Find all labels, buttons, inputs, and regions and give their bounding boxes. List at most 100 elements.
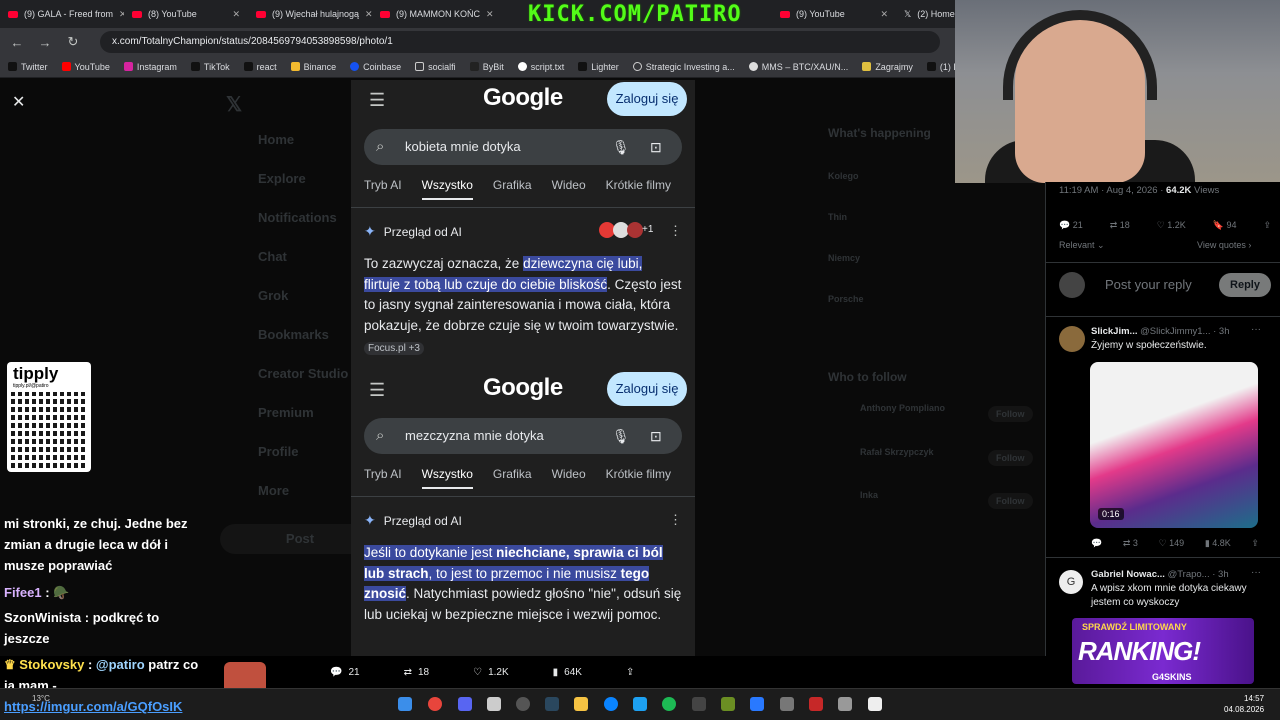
bookmark-coinbase[interactable]: Coinbase — [350, 62, 401, 72]
reply-count[interactable]: 💬 21 — [1059, 220, 1083, 231]
google-search-box: ⌕ kobieta mnie dotyka 🎙 ⊡ — [364, 129, 682, 165]
bookmark-zagrajmy[interactable]: Zagrajmy — [862, 62, 913, 72]
reply-icon[interactable]: 💬 — [1091, 538, 1102, 549]
google-tabs: Tryb AI Wszystko Grafika Wideo Krótkie f… — [364, 467, 694, 495]
repost-count[interactable]: ⇄ 18 — [1110, 220, 1130, 231]
bookmark-binance[interactable]: Binance — [290, 62, 336, 72]
bookmark-bybit[interactable]: ByBit — [469, 62, 504, 72]
views-count[interactable]: ▮ 4.8K — [1205, 538, 1231, 549]
bookmark-tiktok[interactable]: TikTok — [190, 62, 230, 72]
app-icon[interactable] — [721, 697, 735, 711]
app-icon[interactable] — [838, 697, 852, 711]
reply-video-thumbnail[interactable]: 0:16 — [1090, 362, 1258, 528]
more-icon: ⋮ — [669, 512, 682, 527]
reply-text: A wpisz xkom mnie dotyka ciekawy jestem … — [1091, 583, 1247, 608]
app-icon[interactable] — [633, 697, 647, 711]
browser-tab[interactable]: (9) YouTube ✕ — [772, 2, 896, 26]
chat-message: SzonWinista : podkręć to jeszcze — [4, 610, 160, 646]
forward-icon[interactable]: → — [38, 35, 52, 50]
chat-link[interactable]: https://imgur.com/a/GQfOsIK — [4, 699, 182, 714]
browser-tab[interactable]: (8) YouTube ✕ — [124, 2, 248, 26]
tipply-logo: tipply — [13, 364, 59, 383]
views-action[interactable]: ▮ 64K — [553, 667, 582, 678]
browser-tab[interactable]: (9) GALA - Freed from ✕ — [0, 2, 124, 26]
more-icon[interactable]: ··· — [1251, 567, 1261, 578]
folder-icon[interactable] — [574, 697, 588, 711]
bookmark-count[interactable]: 🔖 94 — [1213, 220, 1237, 231]
google-tabs: Tryb AI Wszystko Grafika Wideo Krótkie f… — [364, 178, 694, 206]
like-count[interactable]: ♡ 1.2K — [1157, 220, 1186, 231]
share-action[interactable]: ⇪ — [626, 667, 634, 678]
close-photo-icon[interactable]: ✕ — [12, 92, 25, 112]
post-stats: 💬 21 ⇄ 18 ♡ 1.2K 🔖 94 ⇪ — [1059, 220, 1271, 231]
repost-count[interactable]: ⇄ 3 — [1123, 538, 1138, 549]
steam-icon[interactable] — [545, 697, 559, 711]
like-count[interactable]: ♡ 149 — [1159, 538, 1185, 549]
close-tab-icon[interactable]: ✕ — [365, 9, 372, 20]
browser-tab[interactable]: (9) Wjechał hulajnogą ✕ — [248, 2, 372, 26]
reply-icon: 💬 — [330, 666, 343, 678]
bookmark-strategic[interactable]: Strategic Investing a... — [632, 62, 735, 72]
promo-banner: SPRAWDŹ LIMITOWANY RANKING! G4SKINS — [1072, 618, 1254, 684]
reply-author[interactable]: SlickJim... @SlickJimmy1... · 3h — [1091, 326, 1229, 337]
reply-action[interactable]: 💬 21 — [330, 667, 360, 678]
obs-icon[interactable] — [516, 697, 530, 711]
avatar[interactable]: G — [1059, 570, 1083, 594]
bookmark-instagram[interactable]: Instagram — [123, 62, 177, 72]
chrome-icon[interactable] — [428, 697, 442, 711]
bookmark-youtube[interactable]: YouTube — [61, 62, 110, 72]
post-meta: 11:19 AM · Aug 4, 2026 · 64.2K Views — [1059, 185, 1220, 196]
more-icon[interactable]: ··· — [1251, 324, 1261, 335]
discord-icon[interactable] — [458, 697, 472, 711]
back-icon[interactable]: ← — [10, 35, 24, 50]
app-icon[interactable] — [809, 697, 823, 711]
notepad-icon[interactable] — [487, 697, 501, 711]
bookmark-mms[interactable]: MMS – BTC/XAU/N... — [748, 62, 848, 72]
bookmark-lighter[interactable]: Lighter — [578, 62, 619, 72]
google-logo: Google — [483, 374, 563, 401]
repost-action[interactable]: ⇄ 18 — [404, 667, 430, 678]
url-input[interactable]: x.com/TotalnyChampion/status/20845697940… — [100, 31, 940, 53]
system-clock[interactable]: 14:57 04.08.2026 — [1224, 693, 1264, 715]
youtube-icon — [256, 10, 266, 18]
edge-icon[interactable] — [604, 697, 618, 711]
sort-relevant[interactable]: Relevant ⌄ — [1059, 240, 1105, 251]
close-tab-icon[interactable]: ✕ — [880, 9, 888, 20]
spotify-icon[interactable] — [662, 697, 676, 711]
browser-tab[interactable]: (9) MAMMON KOŃC ✕ — [372, 2, 496, 26]
bookmark-github[interactable]: script.txt — [517, 62, 564, 72]
reload-icon[interactable]: ↻ — [66, 34, 80, 50]
x-icon: 𝕏 — [904, 8, 912, 19]
share-icon[interactable]: ⇪ — [1263, 220, 1271, 231]
bookmark-folder-socialfi[interactable]: socialfi — [415, 62, 456, 72]
ai-answer-2: Jeśli to dotykanie jest niechciane, spra… — [364, 545, 682, 623]
app-icon[interactable] — [750, 697, 764, 711]
view-quotes-link[interactable]: View quotes › — [1197, 240, 1251, 250]
search-query: kobieta mnie dotyka — [405, 139, 521, 154]
bookmark-react[interactable]: react — [243, 62, 277, 72]
dim-nav-grok: Grok — [258, 288, 289, 303]
divider — [351, 207, 695, 208]
close-tab-icon[interactable]: ✕ — [232, 9, 240, 20]
chat-message: mi stronki, ze chuj. Jedne bez zmian a d… — [4, 516, 188, 573]
chart-icon: ▮ — [552, 666, 559, 678]
lens-icon: ⊡ — [650, 139, 662, 155]
google-logo: Google — [483, 84, 563, 111]
avatar[interactable] — [1059, 326, 1085, 352]
reply-input[interactable]: Post your reply — [1105, 277, 1192, 292]
reply-text: Żyjemy w społeczeństwie. — [1091, 340, 1207, 351]
dim-nav-chat: Chat — [258, 249, 287, 264]
app-icon[interactable] — [692, 697, 706, 711]
reply-author[interactable]: Gabriel Nowac... @Trapo... · 3h — [1091, 569, 1229, 580]
app-icon[interactable] — [780, 697, 794, 711]
like-action[interactable]: ♡ 1.2K — [473, 667, 509, 678]
share-icon[interactable]: ⇪ — [1251, 538, 1259, 549]
reply-button[interactable]: Reply — [1219, 273, 1271, 297]
repost-icon: ⇄ — [403, 666, 412, 678]
video-duration: 0:16 — [1098, 508, 1124, 520]
close-tab-icon[interactable]: ✕ — [486, 9, 494, 20]
source-avatar — [627, 222, 643, 238]
app-icon[interactable] — [868, 697, 882, 711]
windows-start-icon[interactable] — [398, 697, 412, 711]
bookmark-twitter[interactable]: Twitter — [8, 62, 48, 72]
